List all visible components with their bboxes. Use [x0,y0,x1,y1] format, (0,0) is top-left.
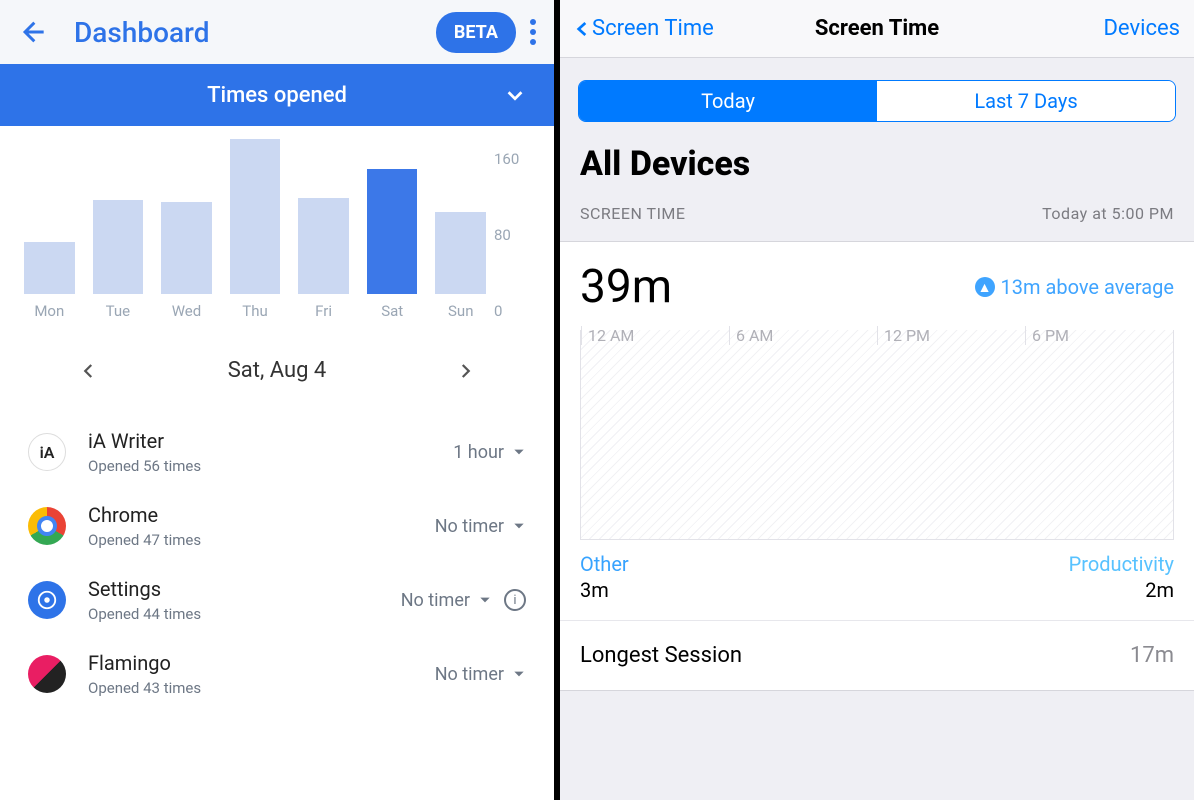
weekly-bar[interactable]: Sat [367,169,418,320]
cat-other-value: 3m [580,578,629,602]
app-icon [28,507,66,545]
bar-mon [24,242,75,294]
bar-label: Thu [242,302,267,320]
app-subtitle: Opened 44 times [88,605,401,623]
info-icon[interactable]: i [504,589,526,611]
longest-session-row[interactable]: Longest Session 17m [560,621,1194,690]
app-row[interactable]: Chrome Opened 47 timesNo timer [0,489,554,563]
cat-other-label: Other [580,552,629,576]
android-dashboard: Dashboard BETA Times opened Mon Tue Wed Thu… [0,0,560,800]
weekly-bar[interactable]: Wed [161,202,212,320]
hour-axis-labels: 12 AM 6 AM 12 PM 6 PM [581,326,1173,345]
date-navigator: Sat, Aug 4 [0,326,554,415]
app-timer-dropdown[interactable]: No timer [401,590,492,611]
app-icon [28,581,66,619]
above-average: ▲ 13m above average [975,275,1174,299]
bar-label: Fri [315,302,332,320]
bar-tue [93,200,144,294]
weekly-bar[interactable]: Thu [230,139,281,320]
nav-back-button[interactable]: Screen Time [574,16,714,41]
weekly-bar-chart: Mon Tue Wed Thu Fri Sat Sun 160 80 0 [0,126,554,326]
devices-button[interactable]: Devices [1103,16,1180,41]
screen-time-card: 39m ▲ 13m above average 12 AM 6 AM 12 PM… [560,241,1194,691]
hourly-bar-chart: 12 AM 6 AM 12 PM 6 PM [580,330,1174,540]
cat-productivity-value: 2m [1069,578,1174,602]
longest-session-value: 17m [1130,643,1174,668]
app-name: iA Writer [88,429,453,453]
app-subtitle: Opened 47 times [88,531,435,549]
app-timer-dropdown[interactable]: 1 hour [453,442,526,463]
bar-label: Sat [381,302,403,320]
weekly-bar[interactable]: Fri [298,198,349,320]
time-range-segmented-control[interactable]: Today Last 7 Days [578,80,1176,122]
weekly-bar[interactable]: Mon [24,242,75,320]
longest-session-label: Longest Session [580,643,742,668]
app-row[interactable]: Settings Opened 44 timesNo timer i [0,563,554,637]
app-icon [28,655,66,693]
app-subtitle: Opened 43 times [88,679,435,697]
back-arrow-icon[interactable] [18,18,46,46]
weekly-bar[interactable]: Tue [93,200,144,320]
bar-wed [161,202,212,294]
current-date: Sat, Aug 4 [228,358,327,383]
bar-fri [298,198,349,294]
metric-selector[interactable]: Times opened [0,64,554,126]
cat-productivity-label: Productivity [1069,552,1174,576]
category-breakdown: Other 3m Productivity 2m [560,540,1194,621]
prev-day-icon[interactable] [80,362,98,380]
nav-title: Screen Time [815,16,939,41]
bar-label: Sun [448,302,473,320]
beta-badge: BETA [436,12,516,53]
weekly-bar[interactable]: Sun [435,212,486,320]
segment-last-7-days[interactable]: Last 7 Days [877,81,1175,121]
dashboard-title: Dashboard [74,16,209,49]
ios-screen-time: Screen Time Screen Time Devices Today La… [560,0,1194,800]
dashboard-topbar: Dashboard BETA [0,0,554,64]
app-timer-dropdown[interactable]: No timer [435,664,526,685]
overflow-menu-icon[interactable] [530,19,536,45]
section-label: SCREEN TIME [580,204,686,223]
app-name: Chrome [88,503,435,527]
screen-time-navbar: Screen Time Screen Time Devices [560,0,1194,58]
bar-thu [230,139,281,294]
section-header: SCREEN TIME Today at 5:00 PM [560,198,1194,241]
total-minutes: 39m [580,260,672,314]
app-name: Settings [88,577,401,601]
as-of-label: Today at 5:00 PM [1042,204,1174,223]
metric-selector-label: Times opened [207,83,347,108]
y-axis-ticks: 160 80 0 [486,150,530,320]
nav-back-label: Screen Time [592,16,714,41]
app-row[interactable]: Flamingo Opened 43 timesNo timer [0,637,554,711]
app-name: Flamingo [88,651,435,675]
bar-sat [367,169,418,294]
app-icon: iA [28,433,66,471]
segment-today[interactable]: Today [579,81,877,121]
all-devices-heading: All Devices [560,140,1194,198]
bar-label: Tue [106,302,130,320]
bar-label: Mon [34,302,64,320]
app-subtitle: Opened 56 times [88,457,453,475]
next-day-icon[interactable] [456,362,474,380]
app-row[interactable]: iA iA Writer Opened 56 times1 hour [0,415,554,489]
bar-sun [435,212,486,294]
app-timer-dropdown[interactable]: No timer [435,516,526,537]
up-arrow-icon: ▲ [975,277,995,297]
bar-label: Wed [172,302,202,320]
chevron-down-icon [504,84,526,106]
